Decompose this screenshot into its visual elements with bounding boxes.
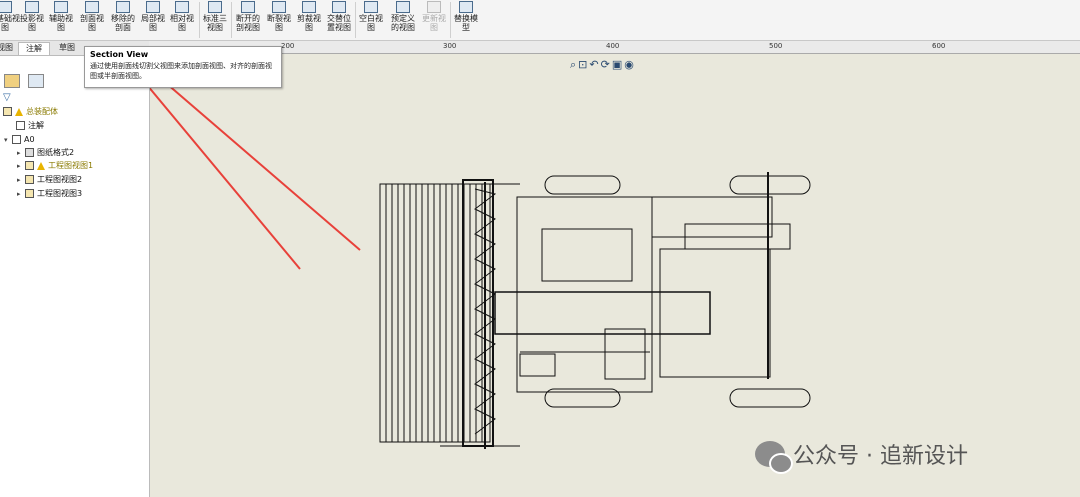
ruler-tick: 200 [281,42,295,50]
view-layout-toolbar: 基础视 图 投影视 图 辅助视 图 剖面视 图 移除的 剖面 局部视 图 相对视… [0,0,1080,41]
rear-frame [659,248,771,378]
header-outline [379,183,491,443]
ruler-tick: 600 [932,42,946,50]
watermark: 公众号 · 追新设计 [755,436,968,474]
feature-tree-tab-icon[interactable] [4,74,20,88]
update-view-button[interactable]: 更新视 图 [420,0,448,40]
removed-section-icon [116,1,130,13]
detail-view-icon [146,1,160,13]
expand-icon[interactable]: ▸ [17,147,25,159]
section-view-icon [85,1,99,13]
predefined-view-icon [396,1,410,13]
standard-3-view-button[interactable]: 标准三 视图 [201,0,229,40]
drawing-view-icon [25,189,34,198]
tree-item-annotations[interactable]: 注解 [16,120,44,132]
predefined-view-button[interactable]: 预定义 的视图 [387,0,419,40]
sheet-icon [12,135,21,144]
ruler-tick: 300 [443,42,457,50]
feeder-house [494,291,711,335]
rear-wheel-right [729,388,811,408]
standard-3-view-icon [208,1,222,13]
grain-tank [541,228,633,282]
expand-icon[interactable]: ▸ [17,174,25,186]
front-wheel-left [544,175,621,195]
warning-icon [15,107,23,116]
tree-item-sheet-format[interactable]: ▸ 图纸格式2 [17,147,74,159]
break-view-button[interactable]: 断裂视 图 [264,0,294,40]
relative-view-icon [175,1,189,13]
broken-out-section-button[interactable]: 断开的 剖视图 [233,0,263,40]
update-view-icon [427,1,441,13]
annotation-icon [16,121,25,130]
drawing-view-icon [25,161,34,170]
tree-item-drawing-view-1[interactable]: ▸ 工程图视图1 [17,160,93,172]
crop-view-icon [302,1,316,13]
alternate-position-view-button[interactable]: 交替位 置视图 [324,0,354,40]
sheet-format-icon [25,148,34,157]
alternate-position-icon [332,1,346,13]
tree-item-sheet[interactable]: ▾ A0 [4,134,35,146]
detail-view-button[interactable]: 局部视 图 [139,0,167,40]
ruler-tick: 400 [606,42,620,50]
filter-icon[interactable]: ▽ [3,92,11,103]
property-manager-tab-icon[interactable] [28,74,44,88]
relative-view-button[interactable]: 相对视 图 [168,0,196,40]
drawing-view-icon [25,175,34,184]
projected-view-button[interactable]: 投影视 图 [17,0,47,40]
replace-model-button[interactable]: 替换模 型 [452,0,480,40]
auxiliary-view-icon [54,1,68,13]
harvester-drawing [379,172,811,449]
toolbar-separator [231,2,232,38]
collapse-icon[interactable]: ▾ [4,134,12,146]
ruler-tick: 500 [769,42,783,50]
tree-root[interactable]: 总装配体 [3,106,58,118]
crop-view-button[interactable]: 剪裁视 图 [294,0,324,40]
expand-icon[interactable]: ▸ [17,188,25,200]
section-view-tooltip: Section View 通过使用剖面线切割父视图来添加剖面视图、对齐的剖面视图… [84,46,282,88]
horizontal-ruler: 200 300 400 500 600 [149,41,1080,54]
auxiliary-view-button[interactable]: 辅助视 图 [47,0,75,40]
toolbar-separator [450,2,451,38]
section-view-button[interactable]: 剖面视 图 [78,0,106,40]
projected-view-icon [25,1,39,13]
hydraulic-block [519,353,556,377]
broken-out-section-icon [241,1,255,13]
replace-model-icon [459,1,473,13]
tooltip-title: Section View [90,50,149,59]
removed-section-button[interactable]: 移除的 剖面 [108,0,138,40]
tab-annotation[interactable]: 注解 [18,42,50,55]
empty-view-icon [364,1,378,13]
toolbar-separator [199,2,200,38]
engine-block [651,196,773,238]
base-view-icon [0,1,12,13]
header-frame [462,179,494,447]
tree-item-drawing-view-2[interactable]: ▸ 工程图视图2 [17,174,82,186]
feature-manager-panel: ▽ 总装配体 注解 ▾ A0 ▸ 图纸格式2 ▸ 工程图视图1 ▸ 工程图视图2 ▸ 工程… [0,56,150,497]
empty-view-button[interactable]: 空白视 图 [357,0,385,40]
drawing-canvas[interactable] [150,54,1080,497]
tree-item-drawing-view-3[interactable]: ▸ 工程图视图3 [17,188,82,200]
tooltip-description: 通过使用剖面线切割父视图来添加剖面视图、对齐的剖面视图或半剖面视图。 [90,62,272,80]
wechat-icon [755,441,793,474]
header-reel-slats [385,184,483,442]
drive-train [604,328,646,380]
warning-icon [37,161,45,170]
tab-sketch[interactable]: 草图 [52,42,82,54]
drawing-icon [3,107,12,116]
base-view-button[interactable]: 基础视 图 [0,0,20,40]
tab-view[interactable]: 视图 [0,42,14,54]
rear-wheel-left [729,175,811,195]
expand-icon[interactable]: ▸ [17,160,25,172]
break-view-icon [272,1,286,13]
toolbar-separator [355,2,356,38]
chassis-frame [516,196,653,393]
